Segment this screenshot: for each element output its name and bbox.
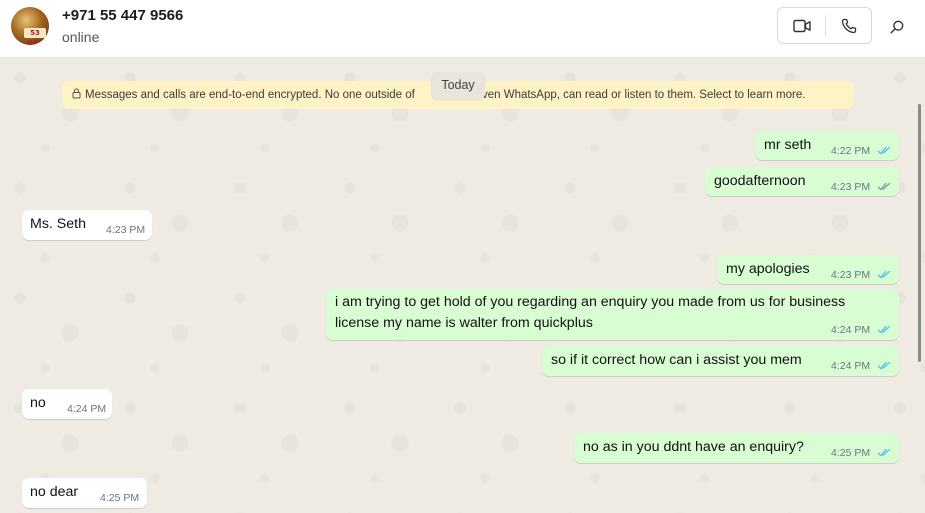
message-time: 4:24 PM	[831, 360, 871, 372]
message-bubble-outgoing[interactable]: mr seth 4:22 PM	[755, 131, 899, 160]
message-bubble-outgoing[interactable]: so if it correct how can i assist you me…	[542, 346, 899, 376]
message-time: 4:24 PM	[67, 403, 107, 415]
read-receipt-icon	[877, 146, 891, 155]
message-time: 4:22 PM	[831, 145, 871, 157]
voice-call-button[interactable]	[826, 8, 872, 43]
call-button-group	[777, 7, 872, 44]
message-bubble-incoming[interactable]: no dear 4:25 PM	[22, 478, 147, 508]
message-text: no	[30, 395, 46, 411]
message-bubble-outgoing[interactable]: no as in you ddnt have an enquiry? 4:25 …	[574, 433, 899, 463]
message-text: Ms. Seth	[30, 216, 86, 232]
message-text: i am trying to get hold of you regarding…	[335, 294, 846, 331]
message-time: 4:23 PM	[106, 224, 146, 236]
lock-icon	[72, 88, 81, 99]
message-bubble-incoming[interactable]: Ms. Seth 4:23 PM	[22, 210, 152, 240]
read-receipt-icon	[877, 361, 891, 370]
delivered-receipt-icon	[877, 182, 891, 191]
contact-status: online	[62, 29, 100, 45]
read-receipt-icon	[877, 270, 891, 279]
message-text: my apologies	[726, 261, 810, 277]
date-separator: Today	[431, 72, 485, 99]
message-text: so if it correct how can i assist you me…	[551, 352, 802, 368]
message-text: mr seth	[764, 137, 812, 153]
chat-header: 53 UAE +971 55 447 9566 online	[0, 0, 925, 58]
message-time: 4:25 PM	[100, 492, 140, 504]
video-call-icon	[792, 19, 811, 32]
message-text: goodafternoon	[714, 173, 806, 189]
search-icon	[890, 20, 904, 34]
message-bubble-outgoing[interactable]: goodafternoon 4:23 PM	[705, 167, 899, 196]
search-button[interactable]	[884, 14, 910, 40]
voice-call-icon	[841, 18, 857, 33]
message-text: no as in you ddnt have an enquiry?	[583, 439, 804, 455]
message-bubble-outgoing[interactable]: my apologies 4:23 PM	[717, 255, 899, 284]
message-text: no dear	[30, 484, 79, 500]
message-time: 4:23 PM	[831, 269, 871, 281]
scrollbar[interactable]	[918, 104, 921, 362]
avatar-badge: 53 UAE	[24, 28, 46, 45]
read-receipt-icon	[877, 325, 891, 334]
video-call-button[interactable]	[778, 8, 825, 43]
message-time: 4:23 PM	[831, 181, 871, 193]
avatar[interactable]: 53 UAE	[11, 7, 49, 45]
message-time: 4:24 PM	[831, 324, 871, 336]
message-bubble-incoming[interactable]: no 4:24 PM	[22, 389, 112, 419]
read-receipt-icon	[877, 448, 891, 457]
message-time: 4:25 PM	[831, 447, 871, 459]
contact-name[interactable]: +971 55 447 9566	[62, 7, 183, 24]
message-bubble-outgoing[interactable]: i am trying to get hold of you regarding…	[326, 289, 899, 340]
